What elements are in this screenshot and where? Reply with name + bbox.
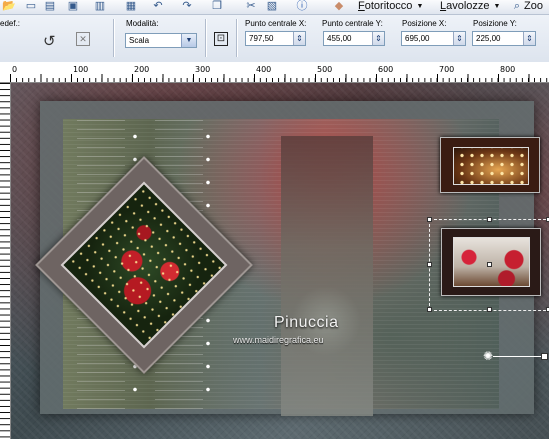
mode-label: Modalità:: [126, 19, 159, 28]
ruler-label: 0: [12, 65, 18, 74]
browse-icon[interactable]: ▭: [24, 0, 38, 12]
horizontal-ruler: 0 100 200 300 400 500 600 700 800: [0, 62, 549, 83]
save-icon[interactable]: ▣: [66, 0, 80, 12]
reset-icon[interactable]: ↺: [43, 32, 56, 50]
watermark-url: www.maidiregrafica.eu: [233, 335, 324, 345]
spinner-icon[interactable]: ⇕: [293, 32, 305, 45]
copy-icon[interactable]: ❐: [210, 0, 224, 12]
retouch-icon: ◆: [334, 0, 344, 12]
redo-icon[interactable]: ↷: [180, 0, 194, 12]
ruler-label: 300: [195, 65, 211, 74]
rotation-handle[interactable]: [541, 353, 548, 360]
ruler-label: 700: [439, 65, 455, 74]
main-toolbar: 📂 ▭ ▤ ▣ ▥ ▦ ↶ ↷ ❐ ✂ ▧ ⓘ ◆ Fotoritocco ▼ L…: [0, 0, 549, 15]
cut-icon[interactable]: ✂: [244, 0, 258, 12]
center-y-value: 455,00: [327, 34, 352, 43]
center-point-icon[interactable]: ⊡: [214, 32, 228, 46]
chevron-down-icon: ▼: [181, 34, 196, 47]
menu-zoom[interactable]: Zoo: [524, 0, 543, 13]
ruler-label: 800: [500, 65, 516, 74]
center-y-input[interactable]: 455,00 ⇕: [323, 31, 385, 46]
pos-y-label: Posizione Y:: [473, 19, 517, 28]
pos-y-value: 225,00: [476, 34, 501, 43]
ruler-label: 100: [73, 65, 89, 74]
center-y-label: Punto centrale Y:: [322, 19, 383, 28]
separator: [113, 19, 115, 57]
mode-select[interactable]: Scala ▼: [125, 33, 197, 48]
ruler-label: 200: [134, 65, 150, 74]
center-panel: [281, 136, 373, 416]
resize-handle[interactable]: [427, 217, 432, 222]
vertical-ruler: [0, 83, 11, 439]
print-preview-icon[interactable]: ▦: [124, 0, 138, 12]
candles-photo: [440, 137, 540, 193]
rotation-arm: [493, 356, 543, 357]
image-canvas[interactable]: Pinuccia www.maidiregrafica.eu ✺: [11, 83, 549, 439]
info-icon[interactable]: ⓘ: [296, 0, 308, 12]
folder-icon[interactable]: 📂: [2, 0, 16, 12]
ruler-label: 500: [317, 65, 333, 74]
pos-x-input[interactable]: 695,00 ⇕: [401, 31, 466, 46]
ruler-label: 600: [378, 65, 394, 74]
chevron-down-icon: ▼: [416, 3, 424, 10]
chevron-down-icon: ▼: [493, 3, 501, 10]
center-x-input[interactable]: 797,50 ⇕: [245, 31, 306, 46]
pos-y-input[interactable]: 225,00 ⇕: [472, 31, 536, 46]
zoom-icon: ⌕: [513, 0, 521, 12]
pos-x-label: Posizione X:: [402, 19, 447, 28]
ruler-label: 400: [256, 65, 272, 74]
tool-options-bar: edef.: ↺ ✕ Modalità: Scala ▼ ⊡ Punto cen…: [0, 15, 549, 63]
menu-tavolozze[interactable]: Lavolozze ▼: [440, 0, 500, 13]
separator: [205, 19, 207, 57]
pivot-point-icon[interactable]: ✺: [483, 350, 493, 362]
separator: [236, 19, 238, 57]
scan-icon[interactable]: ▤: [43, 0, 57, 12]
paste-icon[interactable]: ▧: [265, 0, 279, 12]
resize-handle[interactable]: [487, 217, 492, 222]
print-icon[interactable]: ▥: [93, 0, 107, 12]
resize-handle[interactable]: [427, 307, 432, 312]
ruler-ticks: [10, 74, 549, 82]
resize-handle[interactable]: [487, 307, 492, 312]
center-x-value: 797,50: [249, 34, 274, 43]
mode-select-value: Scala: [129, 36, 150, 45]
preset-label: edef.:: [0, 19, 21, 28]
spinner-icon[interactable]: ⇕: [372, 32, 384, 45]
center-handle[interactable]: [487, 262, 492, 267]
spinner-icon[interactable]: ⇕: [523, 32, 535, 45]
candles-image: [453, 147, 529, 185]
undo-icon[interactable]: ↶: [151, 0, 165, 12]
spinner-icon[interactable]: ⇕: [453, 32, 465, 45]
watermark-name: Pinuccia: [274, 314, 339, 331]
transform-icon[interactable]: ✕: [76, 32, 90, 46]
resize-handle[interactable]: [427, 262, 432, 267]
pos-x-value: 695,00: [405, 34, 430, 43]
center-x-label: Punto centrale X:: [245, 19, 307, 28]
menu-fotoritocco[interactable]: Fotoritocco ▼: [358, 0, 423, 13]
